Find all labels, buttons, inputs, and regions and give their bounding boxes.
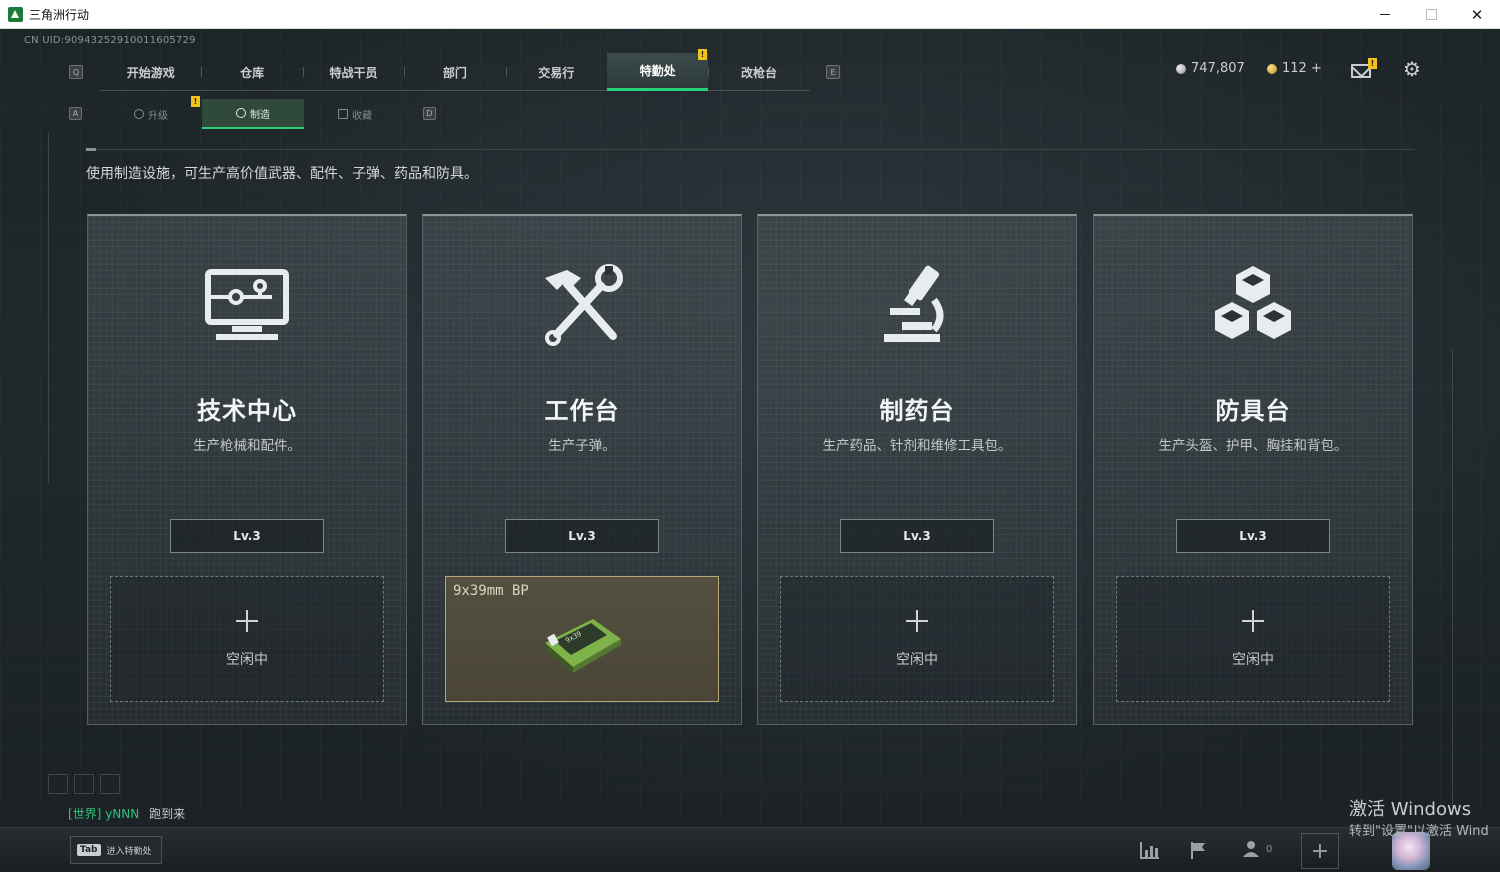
facility-level: Lv.3	[170, 519, 324, 553]
add-button[interactable]: +	[1301, 833, 1339, 869]
app-logo-icon	[8, 6, 23, 22]
section-divider	[86, 148, 1414, 151]
boxes-icon	[1215, 266, 1291, 339]
silver-coin-icon	[1176, 63, 1186, 74]
collection-icon	[338, 109, 348, 119]
sub-tabs: 升级 制造 收藏	[100, 99, 406, 129]
page-description: 使用制造设施，可生产高价值武器、配件、子弹、药品和防具。	[86, 166, 478, 182]
chat-line[interactable]: [世界] yNNN 跑到来	[68, 805, 185, 822]
facility-card-armor[interactable]: 防具台 生产头盔、护甲、胸挂和背包。 Lv.3 空闲中	[1093, 214, 1413, 725]
a-hotkey-hint: A	[69, 107, 82, 120]
friends-button[interactable]: 0	[1242, 840, 1272, 858]
craft-slot-active[interactable]: 9x39mm BP 9x39	[445, 576, 719, 702]
window-controls: ✕	[1362, 0, 1500, 29]
enter-special-ops-label: 进入特勤处	[106, 846, 152, 857]
maximize-button[interactable]	[1408, 0, 1454, 29]
tab-department[interactable]: 部门	[404, 53, 505, 91]
facility-desc: 生产枪械和配件。	[193, 438, 301, 454]
ammo-box-icon: 9x39	[545, 619, 621, 673]
plus-icon	[906, 610, 928, 632]
crafting-item-name: 9x39mm BP	[453, 583, 529, 599]
craft-gear-icon	[236, 108, 246, 118]
facility-card-pharmacy[interactable]: 制药台 生产药品、针剂和维修工具包。 Lv.3 空闲中	[757, 214, 1077, 725]
microscope-icon	[884, 265, 944, 342]
decor-line	[1452, 349, 1453, 809]
slot-status: 空闲中	[226, 652, 268, 668]
gold-amount: 112 +	[1282, 61, 1322, 76]
e-hotkey-hint: E	[826, 65, 840, 79]
facility-name: 制药台	[879, 397, 955, 425]
d-hotkey-hint: D	[423, 107, 436, 120]
facility-level: Lv.3	[840, 519, 994, 553]
decor-line	[48, 133, 49, 483]
mail-badge: !	[1368, 58, 1377, 69]
window-title: 三角洲行动	[29, 7, 90, 22]
tab-start-game[interactable]: 开始游戏	[100, 53, 201, 91]
subtab-upgrade[interactable]: 升级	[100, 99, 202, 129]
craft-slot-empty[interactable]: 空闲中	[1116, 576, 1390, 702]
facility-name: 防具台	[1215, 397, 1291, 425]
subtab-badge: !	[191, 96, 200, 107]
slot-status: 空闲中	[1232, 652, 1274, 668]
chat-user[interactable]: yNNN	[105, 807, 139, 821]
gold-currency[interactable]: 112 +	[1267, 61, 1322, 76]
facility-card-workbench[interactable]: 工作台 生产子弹。 Lv.3 9x39mm BP 9x39	[422, 214, 742, 725]
facility-card-tech-center[interactable]: 技术中心 生产枪械和配件。 Lv.3 空闲中	[87, 214, 407, 725]
plus-icon	[1242, 610, 1264, 632]
tab-gunsmith[interactable]: 改枪台	[708, 53, 809, 91]
chat-message: 跑到来	[149, 807, 186, 821]
facility-desc: 生产药品、针剂和维修工具包。	[822, 438, 1012, 454]
watermark-line1: 激活 Windows	[1349, 799, 1472, 820]
windows-activation-watermark: 激活 Windows 转到"设置"以激活 Wind	[1349, 799, 1489, 843]
slot-status: 空闲中	[896, 652, 938, 668]
gear-icon[interactable]: ⚙	[1403, 59, 1421, 79]
gold-coin-icon	[1267, 63, 1277, 74]
friends-icon	[1243, 841, 1259, 857]
decor-squares	[48, 774, 120, 794]
game-viewport: CN UID:9094325291001160572​9 Q 开始游戏 仓库 特…	[0, 29, 1500, 872]
flag-icon[interactable]	[1188, 840, 1210, 860]
facility-desc: 生产子弹。	[548, 438, 616, 454]
subtab-collection-label: 收藏	[352, 110, 372, 122]
craft-slot-empty[interactable]: 空闲中	[780, 576, 1054, 702]
hammer-wrench-icon	[545, 264, 623, 346]
plus-icon	[236, 610, 258, 632]
bottom-bar: Tab 进入特勤处 0 +	[0, 827, 1500, 872]
watermark-line2: 转到"设置"以激活 Wind	[1349, 824, 1489, 839]
close-button[interactable]: ✕	[1454, 0, 1500, 29]
upgrade-icon	[134, 109, 144, 119]
tab-key-hint: Tab	[77, 844, 101, 856]
subtab-collection[interactable]: 收藏	[304, 99, 406, 129]
tab-market[interactable]: 交易行	[505, 53, 607, 91]
silver-currency[interactable]: 747,807	[1176, 61, 1245, 76]
facility-name: 技术中心	[197, 397, 297, 425]
facility-level: Lv.3	[505, 519, 659, 553]
computer-icon	[205, 269, 289, 340]
window-titlebar: 三角洲行动 ✕	[0, 0, 1500, 29]
facility-level: Lv.3	[1176, 519, 1330, 553]
facility-name: 工作台	[544, 397, 620, 425]
silver-amount: 747,807	[1191, 61, 1245, 76]
tab-warehouse[interactable]: 仓库	[201, 53, 302, 91]
subtab-upgrade-label: 升级	[148, 110, 168, 122]
stats-chart-icon[interactable]	[1139, 840, 1161, 860]
minimize-button[interactable]	[1362, 0, 1408, 29]
craft-slot-empty[interactable]: 空闲中	[110, 576, 384, 702]
enter-special-ops-button[interactable]: Tab 进入特勤处	[70, 836, 162, 864]
facility-desc: 生产头盔、护甲、胸挂和背包。	[1158, 438, 1348, 454]
player-uid: CN UID:9094325291001160572​9	[24, 35, 196, 46]
subtab-craft-label: 制造	[250, 109, 270, 121]
tab-special-ops[interactable]: 特勤处	[606, 53, 709, 91]
notification-badge: !	[698, 49, 707, 60]
friends-count: 0	[1266, 843, 1273, 855]
chat-channel: [世界]	[68, 807, 102, 821]
subtab-craft[interactable]: 制造	[202, 99, 304, 129]
tab-operators[interactable]: 特战干员	[302, 53, 404, 91]
q-hotkey-hint: Q	[69, 65, 83, 79]
